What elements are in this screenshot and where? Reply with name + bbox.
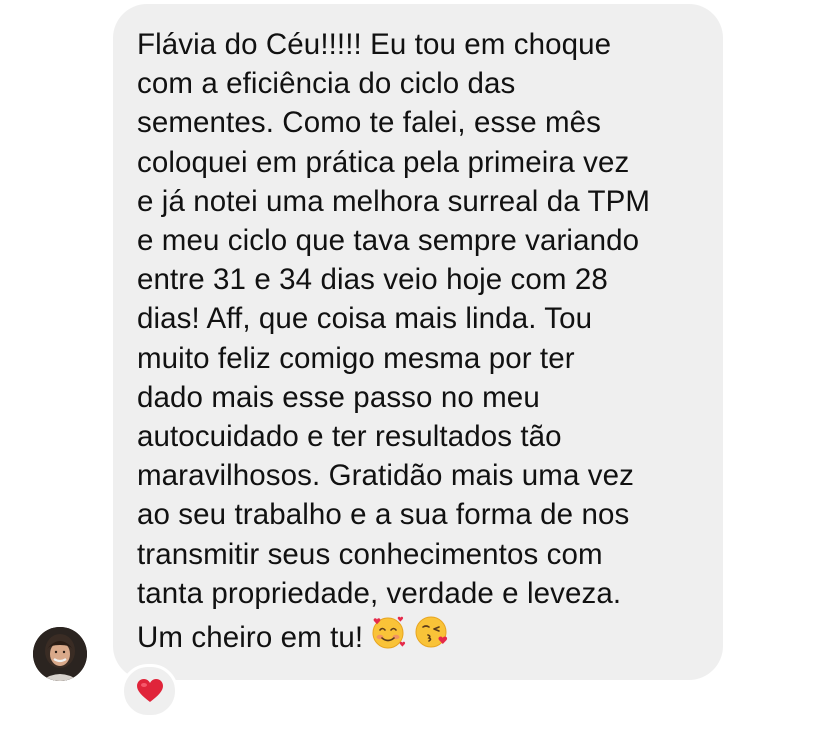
message-line: dias! Aff, que coisa mais linda. Tou [137,302,593,336]
message-line: Um cheiro em tu! [137,621,364,655]
chat-thread: Flávia do Céu!!!!! Eu tou em choque com … [0,0,828,738]
message-line: e já notei uma melhora surreal da TPM [137,184,651,218]
message-line: coloquei em prática pela primeira vez [137,145,630,179]
user-avatar[interactable] [33,627,87,681]
face-blowing-kiss-icon [413,613,451,661]
reaction-badge[interactable] [121,664,178,718]
message-line: ao seu trabalho e a sua forma de nos [137,498,630,532]
red-heart-icon [136,679,163,702]
message-line: Flávia do Céu!!!!! Eu tou em choque [137,28,612,61]
message-text: Flávia do Céu!!!!! Eu tou em choque com … [137,25,717,661]
message-line: tanta propriedade, verdade e leveza. [137,576,622,610]
message-line: sementes. Como te falei, esse mês [137,106,602,140]
message-line: dado mais esse passo no meu [137,380,540,414]
message-last-line: Um cheiro em tu! [137,613,717,661]
message-line: muito feliz comigo mesma por ter [137,341,575,375]
avatar-photo [33,627,87,681]
smiling-face-with-hearts-icon [369,613,407,661]
message-line: e meu ciclo que tava sempre variando [137,224,640,258]
message-line: entre 31 e 34 dias veio hoje com 28 [137,263,608,297]
message-line: com a eficiência do ciclo das [137,67,516,101]
message-line: autocuidado e ter resultados tão [137,420,562,454]
message-line: maravilhosos. Gratidão mais uma vez [137,459,634,493]
message-line: transmitir seus conhecimentos com [137,537,603,571]
